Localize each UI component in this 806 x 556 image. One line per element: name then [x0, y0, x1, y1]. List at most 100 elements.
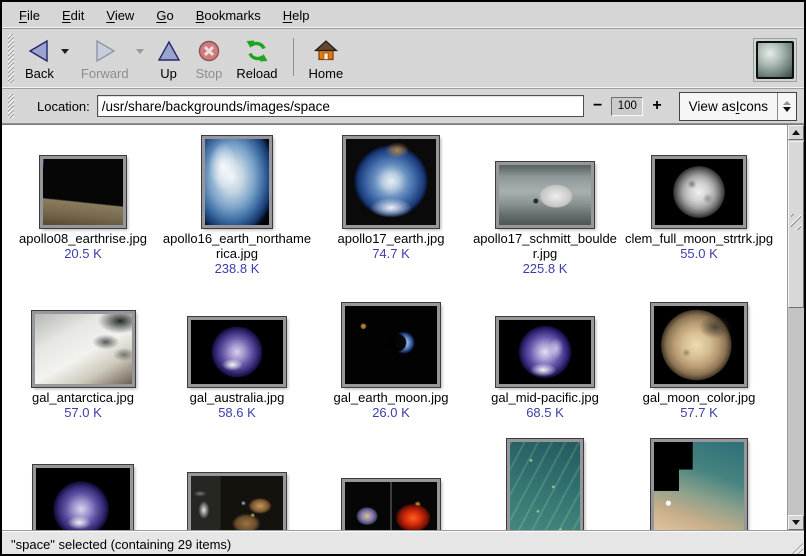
back-history-dropdown-icon[interactable]: [61, 49, 69, 54]
file-size: 225.8 K: [523, 261, 568, 276]
up-icon: [156, 37, 182, 65]
file-nebula-pair[interactable]: [314, 437, 468, 530]
forward-history-dropdown-icon[interactable]: [136, 49, 144, 54]
vertical-scrollbar[interactable]: [787, 125, 804, 530]
file-earth-purple[interactable]: [6, 437, 160, 530]
status-text: "space" selected (containing 29 items): [11, 537, 231, 552]
file-gal-australia[interactable]: gal_australia.jpg 58.6 K: [160, 297, 314, 437]
file-size: 20.5 K: [64, 246, 102, 261]
earth-purple-thumbnail: [33, 465, 133, 530]
file-apollo16-earth-northamerica[interactable]: apollo16_earth_northamerica.jpg 238.8 K: [160, 125, 314, 297]
scroll-up-arrow-icon: [792, 130, 800, 135]
toolbar-grip-handle[interactable]: [8, 34, 14, 83]
location-bar: Location: − 100 + View as Icons: [2, 89, 804, 124]
menu-go-label: o: [166, 8, 173, 23]
file-size: 74.7 K: [372, 246, 410, 261]
scrollbar-thumb[interactable]: [788, 141, 804, 308]
file-corner-nebula[interactable]: [622, 437, 776, 530]
file-clem-full-moon[interactable]: clem_full_moon_strtrk.jpg 55.0 K: [622, 125, 776, 297]
up-button[interactable]: Up: [149, 34, 189, 83]
teal-nebula-thumbnail: [507, 439, 583, 530]
file-name: apollo17_schmitt_boulder.jpg: [470, 231, 620, 261]
location-input[interactable]: [97, 95, 584, 117]
file-name: apollo16_earth_northamerica.jpg: [162, 231, 312, 261]
menu-bookmarks-label: ookmarks: [204, 8, 260, 23]
file-apollo08-earthrise[interactable]: apollo08_earthrise.jpg 20.5 K: [6, 125, 160, 297]
back-label: Back: [25, 67, 54, 81]
menu-view[interactable]: View: [95, 5, 145, 26]
location-bar-grip-handle[interactable]: [8, 94, 14, 118]
file-name: clem_full_moon_strtrk.jpg: [625, 231, 773, 246]
file-name: gal_mid-pacific.jpg: [491, 390, 599, 405]
reload-button[interactable]: Reload: [229, 34, 284, 83]
file-gal-earth-moon[interactable]: gal_earth_moon.jpg 26.0 K: [314, 297, 468, 437]
file-gal-mid-pacific[interactable]: gal_mid-pacific.jpg 68.5 K: [468, 297, 622, 437]
menu-file-mnemonic: F: [19, 8, 27, 23]
stop-icon: [196, 37, 222, 65]
menu-bar: File Edit View Go Bookmarks Help: [2, 2, 804, 29]
earthrise-thumbnail: [40, 156, 126, 228]
file-size: 55.0 K: [680, 246, 718, 261]
earth-moon-thumbnail: [342, 303, 440, 387]
zoom-out-button[interactable]: −: [591, 98, 604, 114]
moon-color-thumbnail: [651, 303, 747, 387]
file-antennae-galaxies[interactable]: [160, 437, 314, 530]
zoom-in-button[interactable]: +: [650, 98, 663, 114]
file-gal-moon-color[interactable]: gal_moon_color.jpg 57.7 K: [622, 297, 776, 437]
antennae-galaxies-thumbnail: [188, 473, 286, 530]
menu-view-label: iew: [115, 8, 135, 23]
forward-icon: [92, 37, 118, 65]
file-size: 58.6 K: [218, 405, 256, 420]
throbber-globe-icon: [756, 41, 794, 79]
home-label: Home: [309, 67, 344, 81]
file-name: gal_australia.jpg: [190, 390, 285, 405]
zoom-level-display: 100: [611, 97, 643, 116]
view-mode-post: cons: [739, 99, 768, 114]
file-gal-antarctica[interactable]: gal_antarctica.jpg 57.0 K: [6, 297, 160, 437]
scroll-up-button[interactable]: [788, 125, 804, 140]
file-name: gal_moon_color.jpg: [643, 390, 756, 405]
nebula-pair-thumbnail: [342, 479, 440, 530]
file-size: 238.8 K: [215, 261, 260, 276]
menu-edit[interactable]: Edit: [51, 5, 95, 26]
back-button[interactable]: Back: [18, 34, 61, 83]
view-mode-dropdown[interactable]: View as Icons: [679, 92, 797, 121]
icon-row-3: [2, 437, 787, 530]
file-name: apollo08_earthrise.jpg: [19, 231, 147, 246]
home-button[interactable]: Home: [302, 34, 351, 83]
home-icon: [313, 37, 339, 65]
stop-button[interactable]: Stop: [189, 34, 230, 83]
menu-help[interactable]: Help: [272, 5, 321, 26]
icon-view-pane: apollo08_earthrise.jpg 20.5 K apollo16_e…: [2, 124, 804, 530]
corner-nebula-thumbnail: [651, 439, 747, 530]
forward-button[interactable]: Forward: [74, 34, 136, 83]
view-mode-label: View as Icons: [680, 93, 777, 120]
reload-label: Reload: [236, 67, 277, 81]
window-resize-grip[interactable]: [786, 540, 803, 556]
toolbar-separator: [293, 38, 294, 76]
arrow-up-icon: [783, 101, 791, 105]
full-moon-thumbnail: [652, 156, 746, 228]
menu-file[interactable]: File: [8, 5, 51, 26]
antarctica-thumbnail: [32, 311, 135, 387]
menu-go[interactable]: Go: [145, 5, 184, 26]
file-name: gal_earth_moon.jpg: [334, 390, 449, 405]
file-apollo17-schmitt-boulder[interactable]: apollo17_schmitt_boulder.jpg 225.8 K: [468, 125, 622, 297]
stop-label: Stop: [196, 67, 223, 81]
status-bar: "space" selected (containing 29 items): [2, 530, 804, 556]
scroll-down-button[interactable]: [788, 515, 804, 530]
file-size: 57.7 K: [680, 405, 718, 420]
blue-marble-thumbnail: [343, 136, 439, 228]
menu-go-mnemonic: G: [156, 8, 166, 23]
back-icon: [26, 37, 52, 65]
file-size: 68.5 K: [526, 405, 564, 420]
toolbar: Back Forward Up Stop: [2, 29, 804, 89]
menu-help-label: elp: [292, 8, 309, 23]
menu-bookmarks[interactable]: Bookmarks: [185, 5, 272, 26]
mid-pacific-thumbnail: [496, 317, 594, 387]
file-teal-nebula[interactable]: [468, 437, 622, 530]
file-name: gal_antarctica.jpg: [32, 390, 134, 405]
view-mode-dropdown-arrow-icon: [777, 93, 796, 120]
forward-label: Forward: [81, 67, 129, 81]
file-apollo17-earth[interactable]: apollo17_earth.jpg 74.7 K: [314, 125, 468, 297]
